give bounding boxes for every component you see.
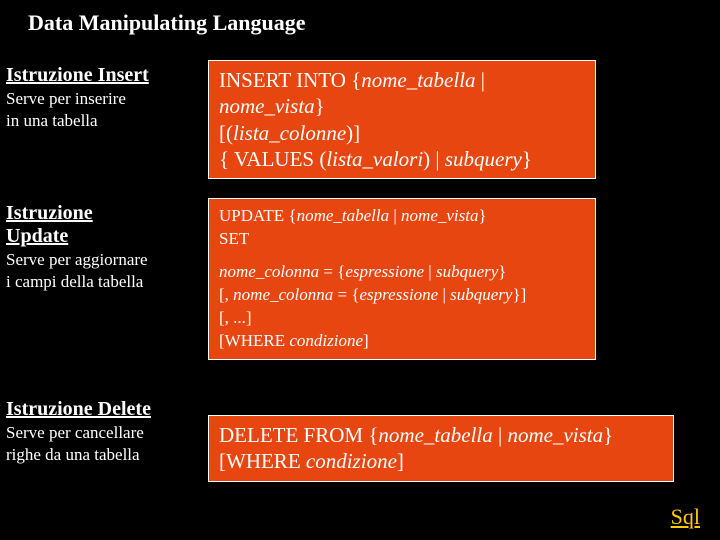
update-line6: [WHERE condizione] [219,330,585,353]
insert-line1: INSERT INTO {nome_tabella | [219,67,585,93]
update-line3: nome_colonna = {espressione | subquery} [219,261,585,284]
insert-line2: nome_vista} [219,93,585,119]
update-desc-2: i campi della tabella [6,272,191,292]
update-label-block: Istruzione Update Serve per aggiornare i… [6,202,191,291]
update-desc-1: Serve per aggiornare [6,250,191,270]
delete-line2: [WHERE condizione] [219,448,663,474]
delete-desc-1: Serve per cancellare [6,423,191,443]
update-syntax-box: UPDATE {nome_tabella | nome_vista} SET n… [208,198,596,360]
delete-title: Istruzione Delete [6,398,191,421]
sql-link[interactable]: Sql [671,504,700,530]
insert-desc-1: Serve per inserire [6,89,191,109]
insert-title: Istruzione Insert [6,64,191,87]
delete-line1: DELETE FROM {nome_tabella | nome_vista} [219,422,663,448]
insert-line4: { VALUES (lista_valori) | subquery} [219,146,585,172]
update-line4: [, nome_colonna = {espressione | subquer… [219,284,585,307]
insert-line3: [(lista_colonne)] [219,120,585,146]
update-line1: UPDATE {nome_tabella | nome_vista} [219,205,585,228]
insert-desc-2: in una tabella [6,111,191,131]
insert-syntax-box: INSERT INTO {nome_tabella | nome_vista} … [208,60,596,179]
page-title: Data Manipulating Language [28,10,306,36]
update-line2: SET [219,228,585,251]
delete-label-block: Istruzione Delete Serve per cancellare r… [6,398,191,464]
delete-syntax-box: DELETE FROM {nome_tabella | nome_vista} … [208,415,674,482]
insert-label-block: Istruzione Insert Serve per inserire in … [6,64,191,130]
delete-desc-2: righe da una tabella [6,445,191,465]
update-line5: [, ...] [219,307,585,330]
update-title-1: Istruzione [6,202,191,225]
update-title-2: Update [6,225,191,248]
